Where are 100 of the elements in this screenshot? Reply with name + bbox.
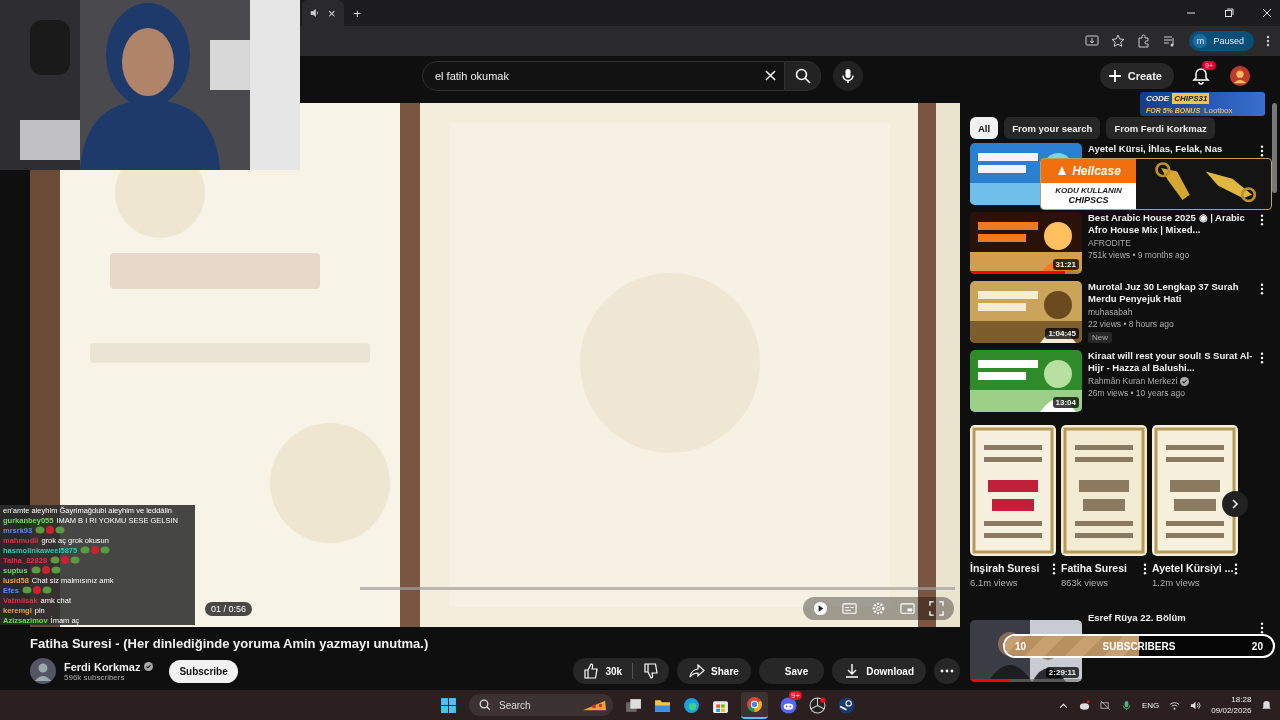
subscribe-button[interactable]: Subscribe [169,659,238,683]
channel-name[interactable]: AFRODITE [1088,238,1131,248]
search-icon[interactable] [479,699,491,711]
profile-button[interactable]: m Paused [1189,31,1254,51]
youtube-search-field[interactable]: el fatih okumak [422,60,785,91]
video-duration: 31:21 [1052,259,1079,270]
fullscreen-icon[interactable] [929,601,944,616]
game-launcher-icon[interactable] [838,696,855,714]
emote-icon [80,545,111,555]
browser-icon[interactable] [746,695,763,713]
more-button[interactable] [934,658,960,684]
pizza-icon[interactable] [581,698,607,712]
clock-date[interactable]: 09/02/2026 [1211,705,1252,716]
video-title[interactable]: Best Arabic House 2025 ◉ | Arabic Afro House Mix | Mixed... [1088,212,1254,236]
video-title[interactable]: Ayetel Kürsi, İhlas, Felak, Nas [1088,143,1254,155]
ad-code-label: CODE [1146,92,1170,104]
ad-code: CHIPSCS [1068,195,1109,205]
tab-close-button[interactable]: × [328,5,336,21]
goal-start: 10 [1015,640,1027,652]
new-tab-button[interactable]: + [353,5,362,21]
clock-time[interactable]: 18:28 [1231,694,1252,705]
search-button[interactable] [785,60,821,91]
video-time: 01 / 0:56 [205,602,253,616]
volume-icon[interactable] [1190,699,1202,711]
language-indicator[interactable]: ENG [1142,700,1160,710]
video-duration: 2:29:11 [1045,667,1079,678]
more-icon[interactable] [1260,283,1264,295]
browser-icon[interactable] [683,696,700,714]
notification-bell-icon[interactable] [1261,699,1273,711]
ad-text: KODU KULLANIN [1055,186,1122,195]
download-icon[interactable] [844,663,861,679]
chat-app-icon[interactable] [780,696,797,714]
video-title[interactable]: Murotal Juz 30 Lengkap 37 Surah Merdu Penyejuk Hati [1088,281,1254,305]
taskbar-search-field[interactable]: Search [469,694,613,716]
more-icon[interactable] [1052,563,1056,575]
emote-icon [35,525,66,535]
search-icon[interactable] [794,67,811,84]
brand-banner: Hellcase [1041,159,1136,183]
channel-name[interactable]: Rahmân Kuran Merkezi [1088,376,1178,386]
more-icon[interactable] [1260,352,1264,364]
short-title[interactable]: İnşirah Suresi [970,561,1040,575]
video-meta: 751k views • 9 months ago [1088,250,1191,260]
microphone-icon[interactable] [1121,699,1132,711]
speaker-icon[interactable] [310,8,320,18]
install-app-icon[interactable] [1085,34,1100,48]
more-icon[interactable] [1234,563,1238,575]
channel-name[interactable]: Ferdi Korkmaz [64,660,141,673]
video-duration: 13:04 [1052,397,1079,408]
task-view-icon[interactable] [625,696,642,714]
chat-app-icon[interactable] [1079,699,1090,711]
aperture-icon[interactable] [809,696,826,714]
menu-icon[interactable] [1266,34,1270,48]
goal-label: SUBSCRIBERS [1102,640,1176,652]
camera-off-icon[interactable] [1100,699,1111,711]
miniplayer-icon[interactable] [900,601,915,616]
bell-icon[interactable] [1192,66,1210,85]
channel-name[interactable]: muhasabah [1088,307,1133,317]
short-title[interactable]: Ayetel Kürsiyi ... [1152,561,1234,575]
share-icon[interactable] [689,663,706,679]
short-title[interactable]: Fatiha Suresi [1061,561,1127,575]
voice-search-button[interactable] [833,60,863,91]
restore-icon[interactable] [1224,8,1234,18]
video-title[interactable]: Esref Rüya 22. Bölüm [1088,612,1254,624]
settings-icon[interactable] [871,601,886,616]
filter-chip[interactable]: All [970,117,999,139]
more-icon[interactable] [1260,214,1264,226]
create-button[interactable]: Create [1099,62,1174,89]
save-button[interactable]: Save [758,658,825,684]
clear-icon[interactable] [765,70,776,81]
start-icon[interactable] [440,696,457,714]
goal-end: 20 [1251,640,1263,652]
microphone-icon[interactable] [840,67,856,84]
short-views: 6.1m views [970,577,1019,588]
logo-icon [1056,165,1069,177]
extensions-icon[interactable] [1137,34,1152,48]
video-title[interactable]: Kiraat will rest your soul! S Surat Al-Hijr - Hazza al Balushi... [1088,350,1254,374]
plus-icon[interactable] [1107,68,1122,83]
subscriber-count: 596k subscribers [64,672,126,682]
star-icon[interactable] [1111,34,1126,48]
play-icon[interactable] [813,601,828,616]
download-button[interactable]: Download [832,658,926,684]
filter-chip[interactable]: From Ferdi Korkmaz [1106,117,1215,139]
filter-chip[interactable]: From your search [1004,117,1101,139]
channel-avatar-icon[interactable] [30,658,56,684]
video-meta: 22 views • 8 hours ago [1088,319,1175,329]
scrollbar-thumb[interactable] [1272,103,1277,193]
active-taskbar-button[interactable] [741,691,768,719]
ad-code: CHIPS31 [1172,92,1210,104]
thumbs-down-icon[interactable] [643,663,660,679]
more-icon[interactable] [1260,622,1264,634]
chevron-right-icon[interactable] [1230,499,1240,509]
thumbs-up-icon[interactable] [583,663,600,679]
close-icon[interactable] [1262,8,1272,18]
more-icon[interactable] [1143,563,1147,575]
share-button[interactable]: Share [677,658,751,684]
avatar-icon[interactable] [1230,65,1250,86]
wifi-icon[interactable] [1169,699,1181,711]
ad-brand: Lootbox [1204,104,1233,116]
more-icon[interactable] [1260,145,1264,157]
next-button[interactable] [1222,491,1248,517]
